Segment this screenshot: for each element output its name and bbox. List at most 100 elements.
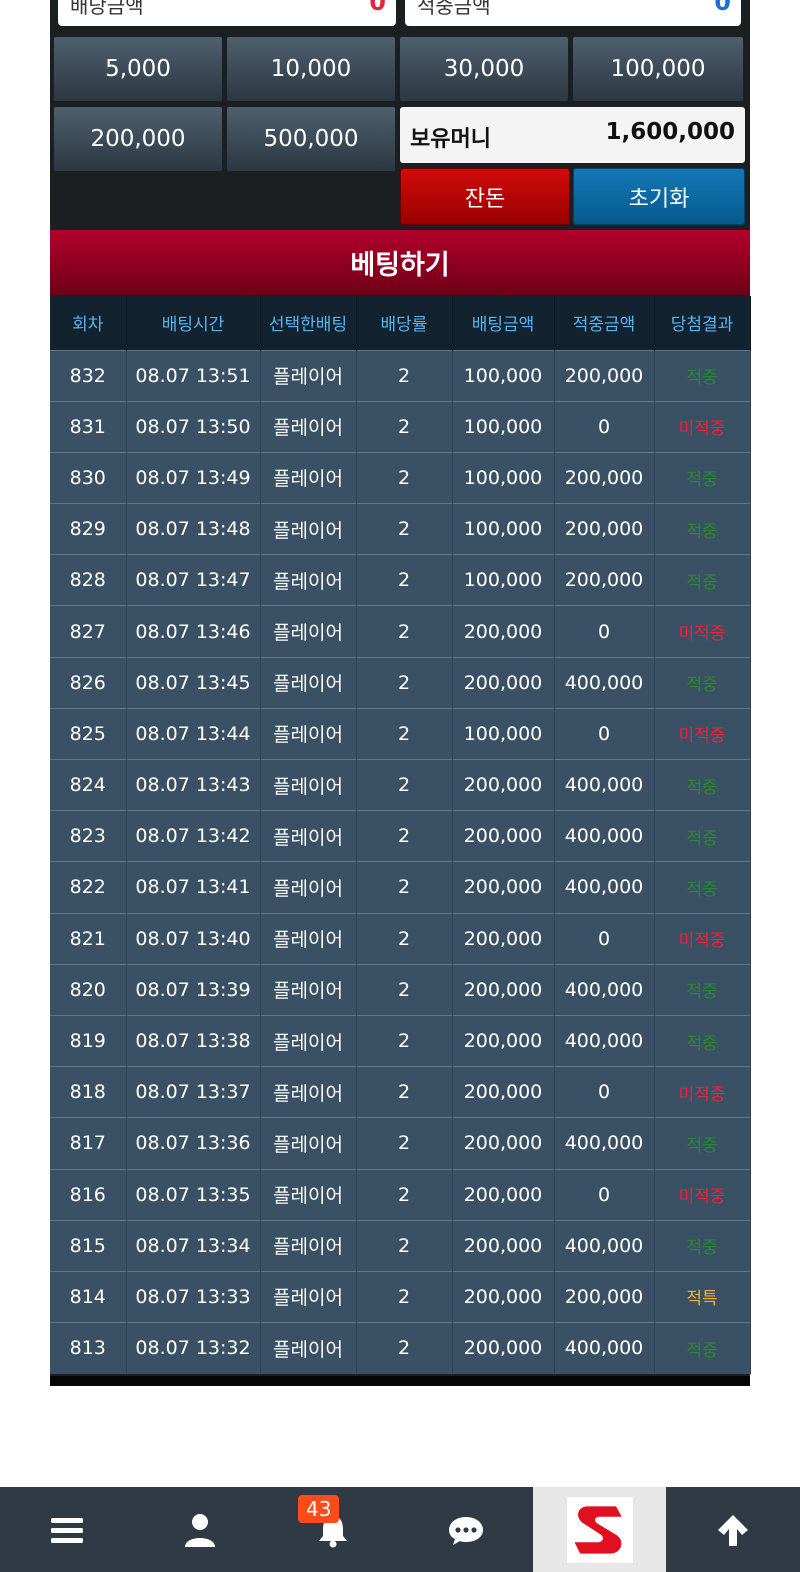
selection-cell: 플레이어 — [260, 963, 357, 1016]
selection-cell: 플레이어 — [260, 1270, 357, 1323]
odds-cell: 2 — [356, 451, 453, 504]
bet-time-cell: 08.07 13:49 — [126, 451, 261, 504]
round-cell: 832 — [50, 349, 127, 402]
header-bet-amount: 배팅금액 — [452, 296, 555, 350]
bet-amount-cell: 100,000 — [452, 400, 555, 453]
odds-cell: 2 — [356, 810, 453, 862]
table-row: 814 08.07 13:33 플레이어 2 200,000 200,000 적특 — [50, 1270, 751, 1323]
odds-cell: 2 — [356, 605, 453, 658]
bet-time-cell: 08.07 13:47 — [126, 554, 261, 606]
payout-amount-value: 0 — [369, 0, 386, 16]
odds-cell: 2 — [356, 400, 453, 453]
chip-button[interactable]: 30,000 — [399, 36, 569, 102]
table-row: 823 08.07 13:42 플레이어 2 200,000 400,000 적중 — [50, 810, 751, 862]
hit-amount-cell: 200,000 — [554, 451, 655, 504]
chip-button[interactable]: 5,000 — [53, 36, 223, 102]
result-cell: 미적중 — [654, 1168, 751, 1221]
selection-cell: 플레이어 — [260, 1168, 357, 1221]
selection-cell: 플레이어 — [260, 758, 357, 811]
payout-amount-box: 배당금액 0 — [58, 0, 396, 26]
bet-amount-cell: 100,000 — [452, 451, 555, 504]
payout-amount-label: 배당금액 — [70, 0, 144, 18]
bet-time-cell: 08.07 13:39 — [126, 963, 261, 1016]
header-hit-amount: 적중금액 — [554, 296, 655, 350]
table-row: 821 08.07 13:40 플레이어 2 200,000 0 미적중 — [50, 912, 751, 965]
result-cell: 적중 — [654, 810, 751, 862]
change-button[interactable]: 잔돈 — [400, 168, 570, 225]
odds-cell: 2 — [356, 349, 453, 402]
bet-amount-cell: 200,000 — [452, 1117, 555, 1169]
round-cell: 818 — [50, 1066, 127, 1118]
table-row: 825 08.07 13:44 플레이어 2 100,000 0 미적중 — [50, 707, 751, 760]
menu-icon[interactable] — [0, 1487, 133, 1572]
bet-amount-cell: 200,000 — [452, 810, 555, 862]
hit-amount-cell: 400,000 — [554, 1014, 655, 1067]
chip-button[interactable]: 500,000 — [226, 106, 396, 172]
table-row: 816 08.07 13:35 플레이어 2 200,000 0 미적중 — [50, 1168, 751, 1221]
table-row: 819 08.07 13:38 플레이어 2 200,000 400,000 적중 — [50, 1014, 751, 1067]
result-cell: 적중 — [654, 503, 751, 555]
selection-cell: 플레이어 — [260, 1066, 357, 1118]
hit-amount-cell: 400,000 — [554, 810, 655, 862]
bet-amount-cell: 200,000 — [452, 1322, 555, 1374]
odds-cell: 2 — [356, 1168, 453, 1221]
round-cell: 828 — [50, 554, 127, 606]
hit-amount-cell: 0 — [554, 1066, 655, 1118]
round-cell: 825 — [50, 707, 127, 760]
selection-cell: 플레이어 — [260, 810, 357, 862]
result-cell: 적중 — [654, 1014, 751, 1067]
result-cell: 적중 — [654, 349, 751, 402]
selection-cell: 플레이어 — [260, 1117, 357, 1169]
selection-cell: 플레이어 — [260, 1014, 357, 1067]
bet-time-cell: 08.07 13:37 — [126, 1066, 261, 1118]
chat-icon[interactable] — [399, 1487, 532, 1572]
table-row: 831 08.07 13:50 플레이어 2 100,000 0 미적중 — [50, 400, 751, 453]
table-row: 832 08.07 13:51 플레이어 2 100,000 200,000 적중 — [50, 349, 751, 402]
round-cell: 813 — [50, 1322, 127, 1374]
odds-cell: 2 — [356, 1014, 453, 1067]
bet-amount-cell: 100,000 — [452, 554, 555, 606]
table-row: 827 08.07 13:46 플레이어 2 200,000 0 미적중 — [50, 605, 751, 658]
arrow-up-icon[interactable] — [666, 1487, 800, 1572]
bet-amount-cell: 200,000 — [452, 605, 555, 658]
hit-amount-label: 적중금액 — [417, 0, 491, 18]
selection-cell: 플레이어 — [260, 451, 357, 504]
logo[interactable] — [533, 1487, 666, 1572]
place-bet-button[interactable]: 베팅하기 — [50, 230, 750, 295]
hit-amount-cell: 400,000 — [554, 1322, 655, 1374]
round-cell: 824 — [50, 758, 127, 811]
chip-button[interactable]: 10,000 — [226, 36, 396, 102]
bet-amount-cell: 100,000 — [452, 707, 555, 760]
table-bottom-border — [50, 1376, 750, 1386]
round-cell: 827 — [50, 605, 127, 658]
bet-time-cell: 08.07 13:41 — [126, 861, 261, 914]
round-cell: 822 — [50, 861, 127, 914]
odds-cell: 2 — [356, 1219, 453, 1272]
user-icon[interactable] — [133, 1487, 266, 1572]
bet-amount-cell: 200,000 — [452, 1168, 555, 1221]
reset-button[interactable]: 초기화 — [573, 168, 745, 225]
bet-amount-cell: 200,000 — [452, 656, 555, 709]
header-bet-time: 배팅시간 — [126, 296, 261, 350]
result-cell: 미적중 — [654, 605, 751, 658]
hit-amount-cell: 400,000 — [554, 861, 655, 914]
bet-time-cell: 08.07 13:50 — [126, 400, 261, 453]
round-cell: 823 — [50, 810, 127, 862]
header-result: 당첨결과 — [654, 296, 751, 350]
bell-icon[interactable]: 43 — [266, 1487, 399, 1572]
hit-amount-cell: 400,000 — [554, 1117, 655, 1169]
selection-cell: 플레이어 — [260, 349, 357, 402]
result-cell: 적중 — [654, 1117, 751, 1169]
table-row: 820 08.07 13:39 플레이어 2 200,000 400,000 적중 — [50, 963, 751, 1016]
round-cell: 829 — [50, 503, 127, 555]
bet-time-cell: 08.07 13:38 — [126, 1014, 261, 1067]
chip-button[interactable]: 200,000 — [53, 106, 223, 172]
hit-amount-cell: 400,000 — [554, 963, 655, 1016]
bet-amount-cell: 200,000 — [452, 912, 555, 965]
selection-cell: 플레이어 — [260, 861, 357, 914]
selection-cell: 플레이어 — [260, 912, 357, 965]
table-row: 826 08.07 13:45 플레이어 2 200,000 400,000 적중 — [50, 656, 751, 709]
hit-amount-cell: 200,000 — [554, 1270, 655, 1323]
hit-amount-cell: 200,000 — [554, 503, 655, 555]
chip-button[interactable]: 100,000 — [572, 36, 744, 102]
